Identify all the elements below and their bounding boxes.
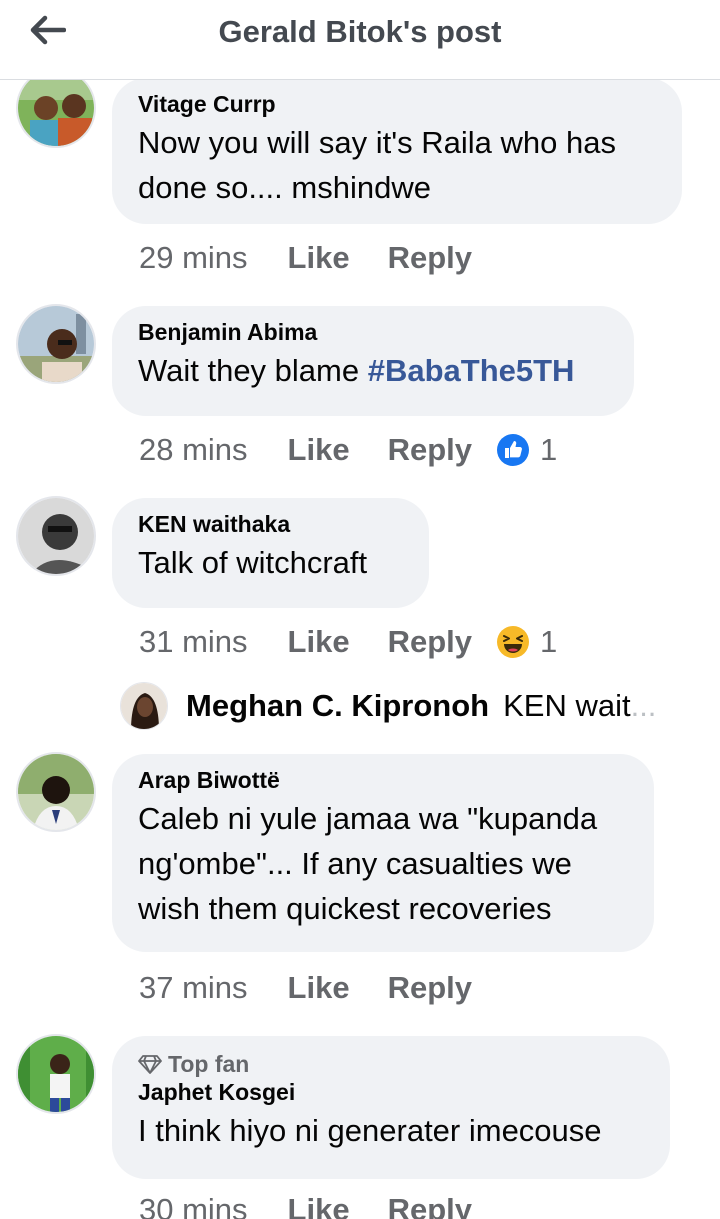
post-header: Gerald Bitok's post: [0, 0, 720, 80]
reply-button[interactable]: Reply: [388, 432, 472, 468]
comment-actions: 28 mins Like Reply 1: [139, 432, 557, 468]
comment-time[interactable]: 37 mins: [139, 970, 248, 1006]
comment-text-prefix: Wait they blame: [138, 353, 368, 388]
comment-text: I think hiyo ni generater imecouse: [138, 1113, 602, 1148]
comment-time[interactable]: 28 mins: [139, 432, 248, 468]
like-button[interactable]: Like: [288, 1192, 350, 1219]
comment-author[interactable]: Benjamin Abima: [138, 318, 608, 346]
comment-author[interactable]: Japhet Kosgei: [138, 1078, 644, 1106]
comment-time[interactable]: 31 mins: [139, 624, 248, 660]
avatar[interactable]: [16, 304, 96, 384]
comment-text: Now you will say it's Raila who has done…: [138, 125, 616, 205]
comment-author[interactable]: Vitage Currp: [138, 90, 656, 118]
view-reply-link[interactable]: Meghan C. Kipronoh KEN wait...: [120, 682, 656, 730]
like-reaction-icon: [497, 434, 529, 466]
comment-bubble[interactable]: Vitage Currp Now you will say it's Raila…: [112, 78, 682, 224]
reply-snippet: KEN wait: [503, 688, 631, 723]
comment-bubble[interactable]: Top fan Japhet Kosgei I think hiyo ni ge…: [112, 1036, 670, 1179]
reply-button[interactable]: Reply: [388, 970, 472, 1006]
like-button[interactable]: Like: [288, 970, 350, 1006]
avatar[interactable]: [16, 1034, 96, 1114]
reply-button[interactable]: Reply: [388, 624, 472, 660]
avatar[interactable]: [16, 68, 96, 148]
reaction-count: 1: [540, 624, 558, 659]
comment-actions: 29 mins Like Reply: [139, 240, 472, 276]
comment-bubble[interactable]: KEN waithaka Talk of witchcraft: [112, 498, 429, 608]
avatar[interactable]: [16, 752, 96, 832]
comment-bubble[interactable]: Benjamin Abima Wait they blame #BabaThe5…: [112, 306, 634, 416]
page-title: Gerald Bitok's post: [218, 14, 502, 49]
comment-author[interactable]: Arap Biwottë: [138, 766, 628, 794]
reaction-count: 1: [540, 432, 558, 467]
comment-actions: 37 mins Like Reply: [139, 970, 472, 1006]
diamond-icon: [138, 1055, 162, 1074]
comment-actions: 30 mins Like Reply: [139, 1192, 472, 1219]
top-fan-badge: Top fan: [138, 1050, 644, 1078]
reply-author: Meghan C. Kipronoh: [186, 688, 490, 723]
top-fan-label: Top fan: [168, 1050, 250, 1077]
hashtag-link[interactable]: #BabaThe5TH: [368, 353, 575, 388]
avatar[interactable]: [16, 496, 96, 576]
like-button[interactable]: Like: [288, 240, 350, 276]
comment-bubble[interactable]: Arap Biwottë Caleb ni yule jamaa wa "kup…: [112, 754, 654, 952]
comment-time[interactable]: 29 mins: [139, 240, 248, 276]
comment-text: Wait they blame #BabaThe5TH: [138, 348, 608, 393]
haha-reaction-icon: [497, 626, 529, 658]
like-button[interactable]: Like: [288, 432, 350, 468]
comment-author[interactable]: KEN waithaka: [138, 510, 403, 538]
comment-time[interactable]: 30 mins: [139, 1192, 248, 1219]
reply-ellipsis: ...: [630, 688, 657, 723]
reaction-summary[interactable]: 1: [496, 624, 557, 660]
reaction-summary[interactable]: 1: [496, 432, 557, 468]
comment-actions: 31 mins Like Reply 1: [139, 624, 557, 660]
reply-button[interactable]: Reply: [388, 1192, 472, 1219]
comment-text: Caleb ni yule jamaa wa "kupanda ng'ombe"…: [138, 801, 598, 926]
like-button[interactable]: Like: [288, 624, 350, 660]
avatar: [120, 682, 168, 730]
comment-text: Talk of witchcraft: [138, 545, 368, 580]
reply-button[interactable]: Reply: [388, 240, 472, 276]
